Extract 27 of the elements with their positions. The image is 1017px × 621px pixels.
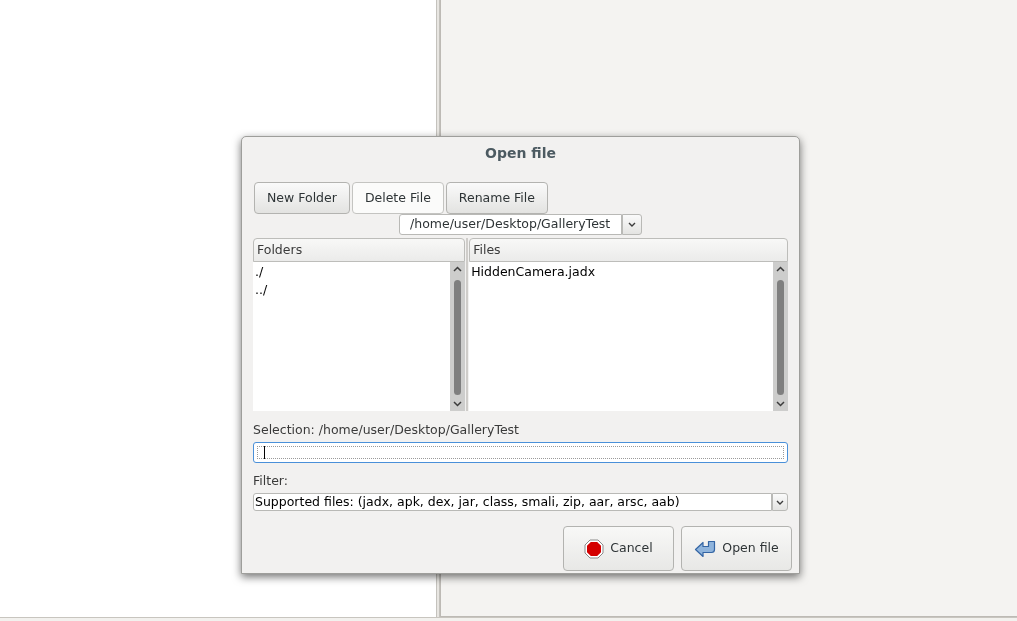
open-file-button[interactable]: Open file	[681, 526, 792, 571]
selection-label: Selection: /home/user/Desktop/GalleryTest	[253, 422, 520, 438]
toolbar-button[interactable]: Delete File	[351, 182, 444, 214]
toolbar-button[interactable]: Rename File	[445, 182, 548, 214]
scrollbar-thumb[interactable]	[777, 280, 784, 395]
return-arrow-icon	[694, 539, 717, 558]
filter-combo-field[interactable]: Supported files: (jadx, apk, dex, jar, class, smali, zip, aar, arsc, aab)	[253, 493, 772, 511]
file-item[interactable]: HiddenCamera.jadx	[470, 263, 597, 281]
filter-dropdown-button[interactable]	[772, 493, 788, 511]
folder-item[interactable]: ./	[254, 263, 265, 281]
chevron-down-icon	[776, 499, 784, 505]
chevron-down-icon	[628, 222, 636, 227]
folders-column-header[interactable]: Folders	[253, 238, 466, 262]
scrollbar[interactable]	[773, 262, 788, 411]
text-cursor-icon	[264, 446, 265, 459]
scrollbar[interactable]	[450, 262, 466, 411]
scrollbar-thumb[interactable]	[454, 280, 462, 395]
files-column-header[interactable]: Files	[469, 238, 788, 262]
selection-input-field[interactable]	[253, 442, 788, 463]
cancel-button[interactable]: Cancel	[563, 526, 674, 571]
path-dropdown-button[interactable]	[622, 214, 642, 235]
toolbar-button[interactable]: New Folder	[254, 182, 350, 214]
filter-label: Filter:	[253, 473, 288, 489]
folder-item[interactable]: ../	[254, 281, 269, 299]
stop-sign-icon	[584, 538, 605, 559]
dialog-title: Open file	[485, 145, 556, 162]
path-combo-field[interactable]: /home/user/Desktop/GalleryTest	[399, 214, 622, 235]
